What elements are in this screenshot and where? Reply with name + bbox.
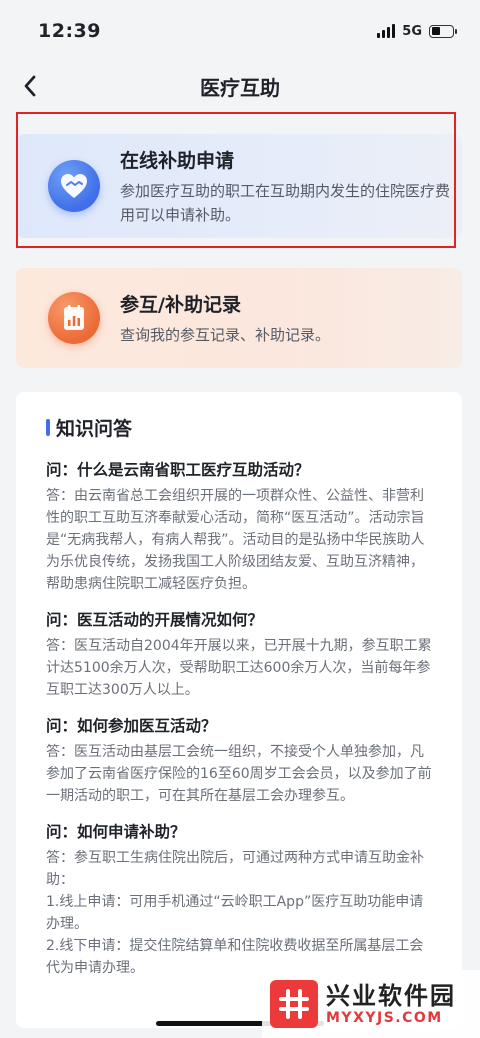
watermark: 兴业软件园 MYXYJS.COM bbox=[262, 970, 480, 1038]
status-indicators: 5G bbox=[377, 23, 457, 39]
card-title: 参互/补助记录 bbox=[120, 293, 241, 316]
watermark-name: 兴业软件园 bbox=[326, 982, 456, 1010]
records-document-icon bbox=[48, 292, 100, 344]
network-type: 5G bbox=[402, 23, 422, 39]
answer: 答：医互活动自2004年开展以来，已开展十九期，参互职工累计达5100余万人次，… bbox=[46, 638, 432, 698]
card-description: 查询我的参互记录、补助记录。 bbox=[120, 325, 331, 344]
question: 问：如何参加医互活动？ bbox=[46, 717, 217, 735]
answer: 答：医互活动由基层工会统一组织，不接受个人单独参加，凡参加了云南省医疗保险的16… bbox=[46, 744, 432, 804]
question: 问：如何申请补助？ bbox=[46, 823, 186, 841]
section-accent-bar bbox=[46, 419, 50, 436]
status-time: 12:39 bbox=[38, 20, 101, 42]
nav-bar: 医疗互助 bbox=[0, 62, 480, 110]
question: 问：医互活动的开展情况如何？ bbox=[46, 611, 264, 629]
qa-item: 问：如何参加医互活动？ 答：医互活动由基层工会统一组织，不接受个人单独参加，凡参… bbox=[46, 713, 432, 807]
records-card[interactable]: 参互/补助记录 查询我的参互记录、补助记录。 bbox=[16, 268, 462, 368]
answer: 答：由云南省总工会组织开展的一项群众性、公益性、非营利性的职工互助互济奉献爱心活… bbox=[46, 488, 425, 592]
knowledge-section: 知识问答 问：什么是云南省职工医疗互助活动？ 答：由云南省总工会组织开展的一项群… bbox=[16, 392, 462, 1028]
section-header: 知识问答 bbox=[46, 414, 432, 441]
signal-icon bbox=[377, 24, 396, 38]
qa-item: 问：什么是云南省职工医疗互助活动？ 答：由云南省总工会组织开展的一项群众性、公益… bbox=[46, 457, 432, 595]
watermark-logo-icon bbox=[270, 980, 318, 1028]
status-bar: 12:39 5G bbox=[0, 0, 480, 62]
chevron-left-icon bbox=[24, 75, 36, 97]
battery-icon bbox=[429, 24, 457, 38]
answer-online-method: 1.线上申请：可用手机通过“云岭职工App”医疗互助功能申请办理。 bbox=[46, 894, 424, 932]
qa-item: 问：医互活动的开展情况如何？ 答：医互活动自2004年开展以来，已开展十九期，参… bbox=[46, 607, 432, 701]
highlight-box bbox=[16, 112, 456, 248]
qa-item: 问：如何申请补助？ 答：参互职工生病住院出院后，可通过两种方式申请互助金补助： … bbox=[46, 819, 432, 979]
back-button[interactable] bbox=[14, 70, 46, 102]
watermark-url: MYXYJS.COM bbox=[326, 1010, 443, 1026]
section-title: 知识问答 bbox=[56, 418, 133, 440]
answer: 答：参互职工生病住院出院后，可通过两种方式申请互助金补助： bbox=[46, 850, 424, 888]
question: 问：什么是云南省职工医疗互助活动？ bbox=[46, 461, 310, 479]
page-title: 医疗互助 bbox=[200, 75, 280, 100]
